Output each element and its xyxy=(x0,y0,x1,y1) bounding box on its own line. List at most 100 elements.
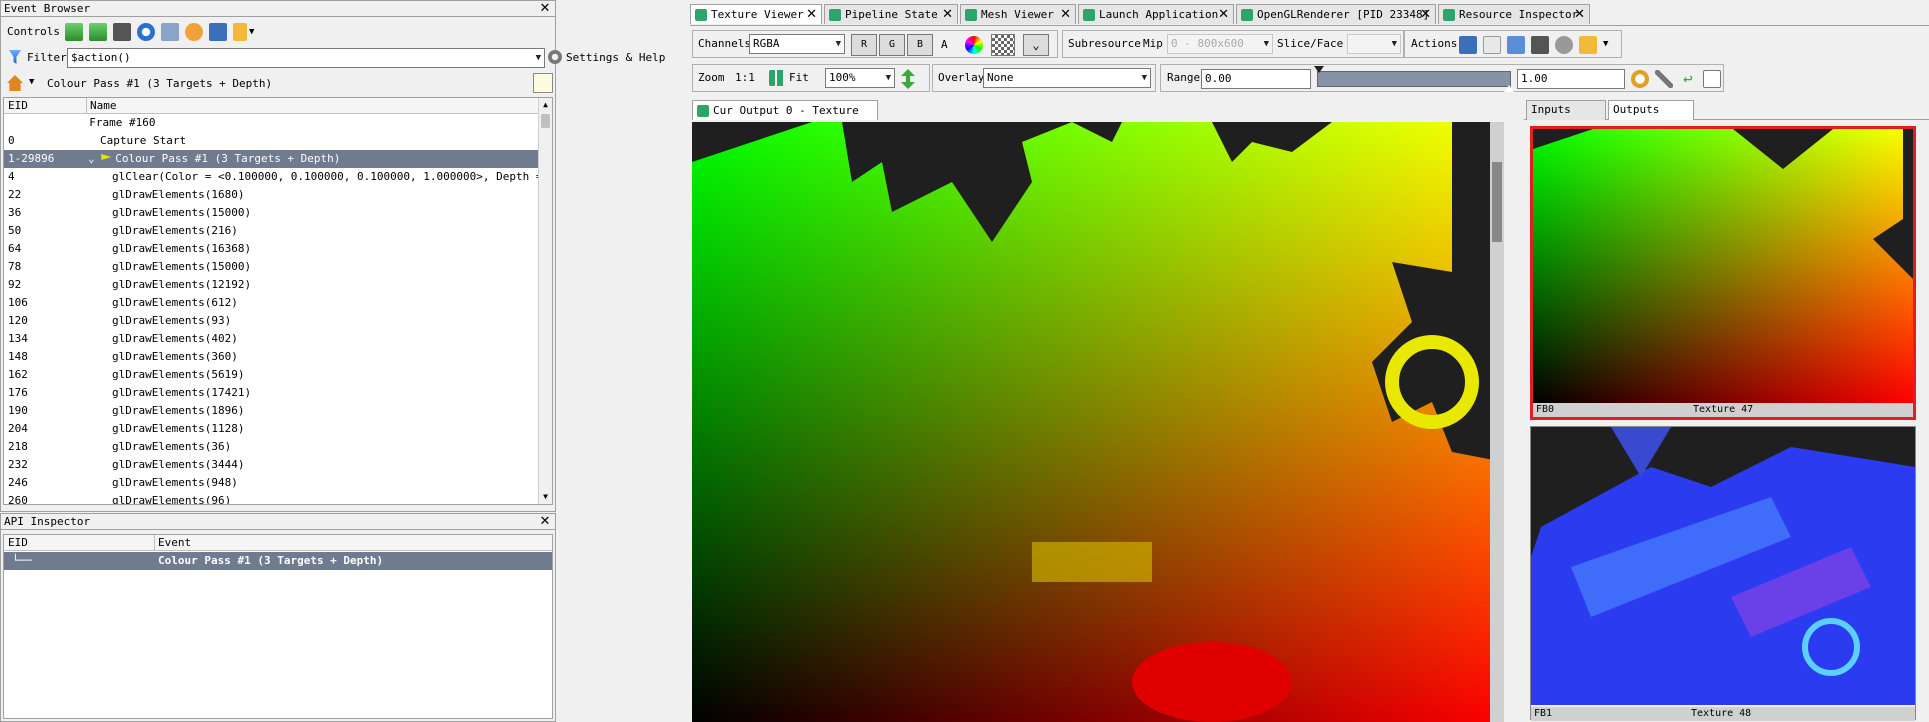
overlay-select[interactable]: None ▼ xyxy=(983,68,1151,88)
tab-mesh-viewer[interactable]: Mesh Viewer ✕ xyxy=(960,4,1076,24)
event-row[interactable]: 4 glClear(Color = <0.100000, 0.100000, 0.… xyxy=(4,168,538,186)
filter-input[interactable]: $action() ▼ xyxy=(67,48,545,68)
tab-resource-inspector[interactable]: Resource Inspector ✕ xyxy=(1438,4,1590,24)
range-max-handle[interactable] xyxy=(1504,85,1514,92)
tab-outputs[interactable]: Outputs xyxy=(1608,100,1694,120)
event-row[interactable]: 36 glDrawElements(15000) xyxy=(4,204,538,222)
event-row[interactable]: 64 glDrawElements(16368) xyxy=(4,240,538,258)
binoculars-icon[interactable] xyxy=(113,23,131,41)
thumbnail-fb0[interactable]: FB0 Texture 47 xyxy=(1530,126,1916,420)
event-row[interactable]: 78 glDrawElements(15000) xyxy=(4,258,538,276)
home-icon[interactable] xyxy=(7,75,23,91)
column-header-eid[interactable]: EID xyxy=(8,535,28,551)
chevron-down-icon[interactable]: ▼ xyxy=(536,49,541,67)
scroll-down-icon[interactable]: ▼ xyxy=(539,490,552,504)
channels-select[interactable]: RGBA ▼ xyxy=(749,34,845,54)
tab-inputs[interactable]: Inputs xyxy=(1526,100,1606,120)
flip-vertical-icon[interactable] xyxy=(901,69,915,89)
viewer-tab[interactable]: Cur Output 0 - Texture 47 xyxy=(692,100,878,136)
event-row[interactable]: 22 glDrawElements(1680) xyxy=(4,186,538,204)
link-icon[interactable] xyxy=(1555,36,1573,54)
export-icon[interactable] xyxy=(1507,36,1525,54)
save-icon[interactable] xyxy=(209,23,227,41)
clock-icon[interactable] xyxy=(137,23,155,41)
puzzle-icon[interactable] xyxy=(1579,36,1597,54)
binoculars-icon[interactable] xyxy=(1531,36,1549,54)
texture-canvas[interactable] xyxy=(692,122,1504,722)
thumbnail-fb1[interactable]: FB1 Texture 48 xyxy=(1530,426,1916,721)
fit-icon[interactable] xyxy=(769,70,785,86)
close-icon[interactable]: ✕ xyxy=(1060,5,1071,24)
range-min-handle[interactable] xyxy=(1314,66,1324,73)
event-row[interactable]: 148 glDrawElements(360) xyxy=(4,348,538,366)
event-row[interactable]: 176 glDrawElements(17421) xyxy=(4,384,538,402)
close-icon[interactable]: ✕ xyxy=(806,5,817,24)
event-row[interactable]: 162 glDrawElements(5619) xyxy=(4,366,538,384)
event-row[interactable]: 260 glDrawElements(96) xyxy=(4,492,538,504)
event-row[interactable]: 92 glDrawElements(12192) xyxy=(4,276,538,294)
column-header-name[interactable]: Name xyxy=(90,98,117,114)
eyedropper-icon[interactable] xyxy=(1655,70,1673,88)
column-header-event[interactable]: Event xyxy=(158,535,191,551)
event-row[interactable]: 106 glDrawElements(612) xyxy=(4,294,538,312)
slice-face-select[interactable]: ▼ xyxy=(1347,34,1401,54)
channel-b-toggle[interactable]: B xyxy=(907,34,933,56)
zoom-1to1-button[interactable]: 1:1 xyxy=(735,68,755,88)
arrow-right-icon[interactable] xyxy=(89,23,107,41)
range-max-input[interactable]: 1.00 xyxy=(1517,69,1625,89)
tab-pipeline-state[interactable]: Pipeline State ✕ xyxy=(824,4,958,24)
close-icon[interactable]: ✕ xyxy=(538,1,552,16)
event-row[interactable]: 120 glDrawElements(93) xyxy=(4,312,538,330)
zoom-range-icon[interactable] xyxy=(1631,70,1649,88)
event-row[interactable]: 204 glDrawElements(1128) xyxy=(4,420,538,438)
event-row[interactable]: ⌄ Frame #160 xyxy=(4,114,538,132)
arrow-left-icon[interactable] xyxy=(65,23,83,41)
chevron-down-icon[interactable]: ▼ xyxy=(29,77,34,87)
channel-r-toggle[interactable]: R xyxy=(851,34,877,56)
tab-launch-application[interactable]: Launch Application ✕ xyxy=(1078,4,1234,24)
chevron-down-icon[interactable]: ▼ xyxy=(1603,39,1608,49)
tab-opengl-renderer[interactable]: OpenGLRenderer [PID 23348] ✕ xyxy=(1236,4,1436,24)
close-icon[interactable]: ✕ xyxy=(1218,5,1229,24)
event-row[interactable]: 232 glDrawElements(3444) xyxy=(4,456,538,474)
event-row[interactable]: 246 glDrawElements(948) xyxy=(4,474,538,492)
histogram-icon[interactable] xyxy=(1703,70,1721,88)
close-icon[interactable]: ✕ xyxy=(538,514,552,529)
range-min-input[interactable]: 0.00 xyxy=(1201,69,1311,89)
edit-notes-icon[interactable] xyxy=(533,73,553,93)
scrollbar-thumb[interactable] xyxy=(541,114,550,128)
tab-texture-viewer[interactable]: Texture Viewer ✕ xyxy=(690,4,822,24)
settings-help-label[interactable]: Settings & Help xyxy=(566,51,665,64)
close-icon[interactable]: ✕ xyxy=(942,5,953,24)
event-row[interactable]: 190 glDrawElements(1896) xyxy=(4,402,538,420)
event-row[interactable]: 134 glDrawElements(402) xyxy=(4,330,538,348)
mip-select[interactable]: 0 - 800x600 ▼ xyxy=(1167,34,1273,54)
scroll-up-icon[interactable]: ▲ xyxy=(539,98,552,112)
vertical-scrollbar[interactable]: ▲ ▼ xyxy=(538,98,552,504)
column-header-eid[interactable]: EID xyxy=(8,98,28,114)
chevron-down-icon[interactable]: ⌄ xyxy=(88,152,101,165)
close-icon[interactable]: ✕ xyxy=(1574,5,1585,24)
channel-a-toggle[interactable]: A xyxy=(941,38,948,51)
viewer-scrollbar[interactable] xyxy=(1490,122,1504,722)
fit-label[interactable]: Fit xyxy=(789,68,809,88)
breadcrumb-text[interactable]: Colour Pass #1 (3 Targets + Depth) xyxy=(47,77,272,90)
gear-icon[interactable] xyxy=(185,23,203,41)
reset-icon[interactable]: ↩ xyxy=(1679,70,1697,88)
chevron-down-icon[interactable]: ▼ xyxy=(249,27,254,37)
gear-icon[interactable] xyxy=(548,50,562,64)
range-slider[interactable] xyxy=(1314,66,1514,92)
flip-icon[interactable]: ⌄ xyxy=(1023,34,1049,56)
checkerboard-icon[interactable] xyxy=(991,34,1015,56)
bookmark-icon[interactable] xyxy=(161,23,179,41)
event-row[interactable]: 50 glDrawElements(216) xyxy=(4,222,538,240)
color-wheel-icon[interactable] xyxy=(965,36,983,54)
event-row[interactable]: 1-29896 ⌄ Colour Pass #1 (3 Targets + Dep… xyxy=(4,150,538,168)
scrollbar-thumb[interactable] xyxy=(1492,162,1502,242)
event-row[interactable]: 0 Capture Start xyxy=(4,132,538,150)
save-icon[interactable] xyxy=(1459,36,1477,54)
event-row[interactable]: 218 glDrawElements(36) xyxy=(4,438,538,456)
copy-icon[interactable] xyxy=(1483,36,1501,54)
channel-g-toggle[interactable]: G xyxy=(879,34,905,56)
puzzle-icon[interactable] xyxy=(233,23,247,41)
